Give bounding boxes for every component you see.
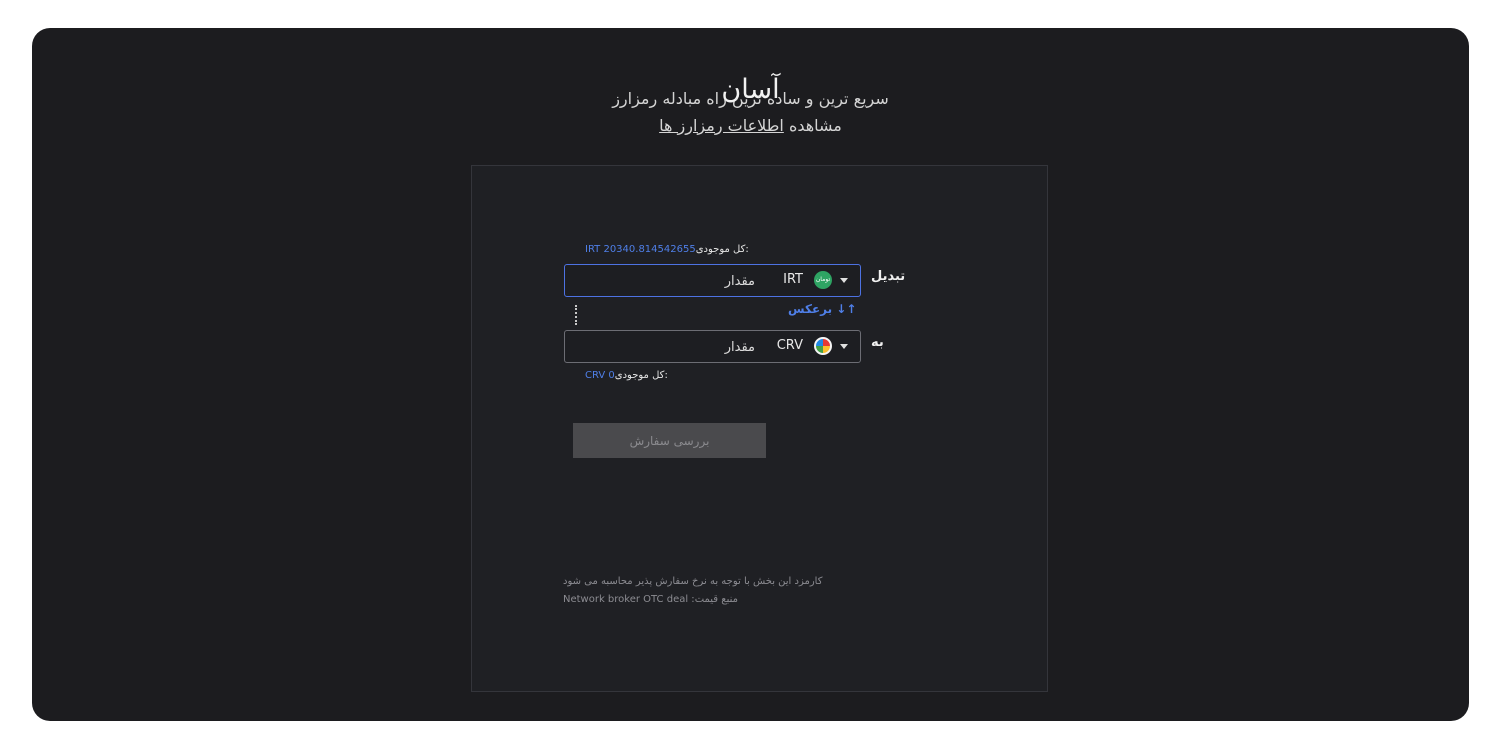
from-field: IRT تومان bbox=[564, 264, 861, 298]
to-coin-code: CRV bbox=[776, 338, 803, 353]
to-balance-value: CRV 0 bbox=[585, 370, 615, 381]
from-coin-code: IRT bbox=[783, 272, 803, 287]
to-amount-input[interactable] bbox=[575, 331, 757, 364]
to-field: CRV bbox=[564, 330, 861, 364]
from-balance-label: کل موجودی: bbox=[695, 244, 749, 255]
chevron-down-icon bbox=[840, 278, 848, 283]
from-amount-input[interactable] bbox=[575, 265, 757, 298]
price-source-note: Network broker OTC deal :منبع قیمت bbox=[563, 594, 738, 605]
app-frame: آسان سریع ترین و ساده ترین راه مبادله رم… bbox=[32, 28, 1469, 721]
fee-note: کارمزد این بخش با توجه به نرخ سفارش پذیر… bbox=[563, 576, 823, 587]
crypto-info-link[interactable]: اطلاعات رمزارز ها bbox=[659, 116, 784, 135]
to-label: به bbox=[871, 335, 884, 350]
to-balance-label: کل موجودی: bbox=[614, 370, 668, 381]
crv-logo-icon bbox=[814, 337, 832, 355]
exchange-panel: IRT 20340.814542655کل موجودی: تبدیل IRT … bbox=[471, 165, 1048, 692]
dotted-connector bbox=[575, 305, 577, 325]
page-subtitle: سریع ترین و ساده ترین راه مبادله رمزارز bbox=[612, 89, 889, 108]
to-coin-select[interactable]: CRV bbox=[760, 331, 860, 362]
from-coin-select[interactable]: IRT تومان bbox=[760, 265, 860, 296]
from-balance: IRT 20340.814542655کل موجودی: bbox=[585, 244, 749, 255]
chevron-down-icon bbox=[840, 344, 848, 349]
reverse-button[interactable]: ↑↓ برعکس bbox=[788, 302, 856, 316]
toman-logo-icon: تومان bbox=[814, 271, 832, 289]
from-balance-value: IRT 20340.814542655 bbox=[585, 244, 696, 255]
view-info-line: مشاهده اطلاعات رمزارز ها bbox=[32, 116, 1469, 135]
to-balance: CRV 0کل موجودی: bbox=[585, 370, 668, 381]
review-order-button[interactable]: بررسی سفارش bbox=[573, 423, 766, 458]
view-text: مشاهده bbox=[788, 116, 842, 135]
from-label: تبدیل bbox=[871, 269, 906, 284]
